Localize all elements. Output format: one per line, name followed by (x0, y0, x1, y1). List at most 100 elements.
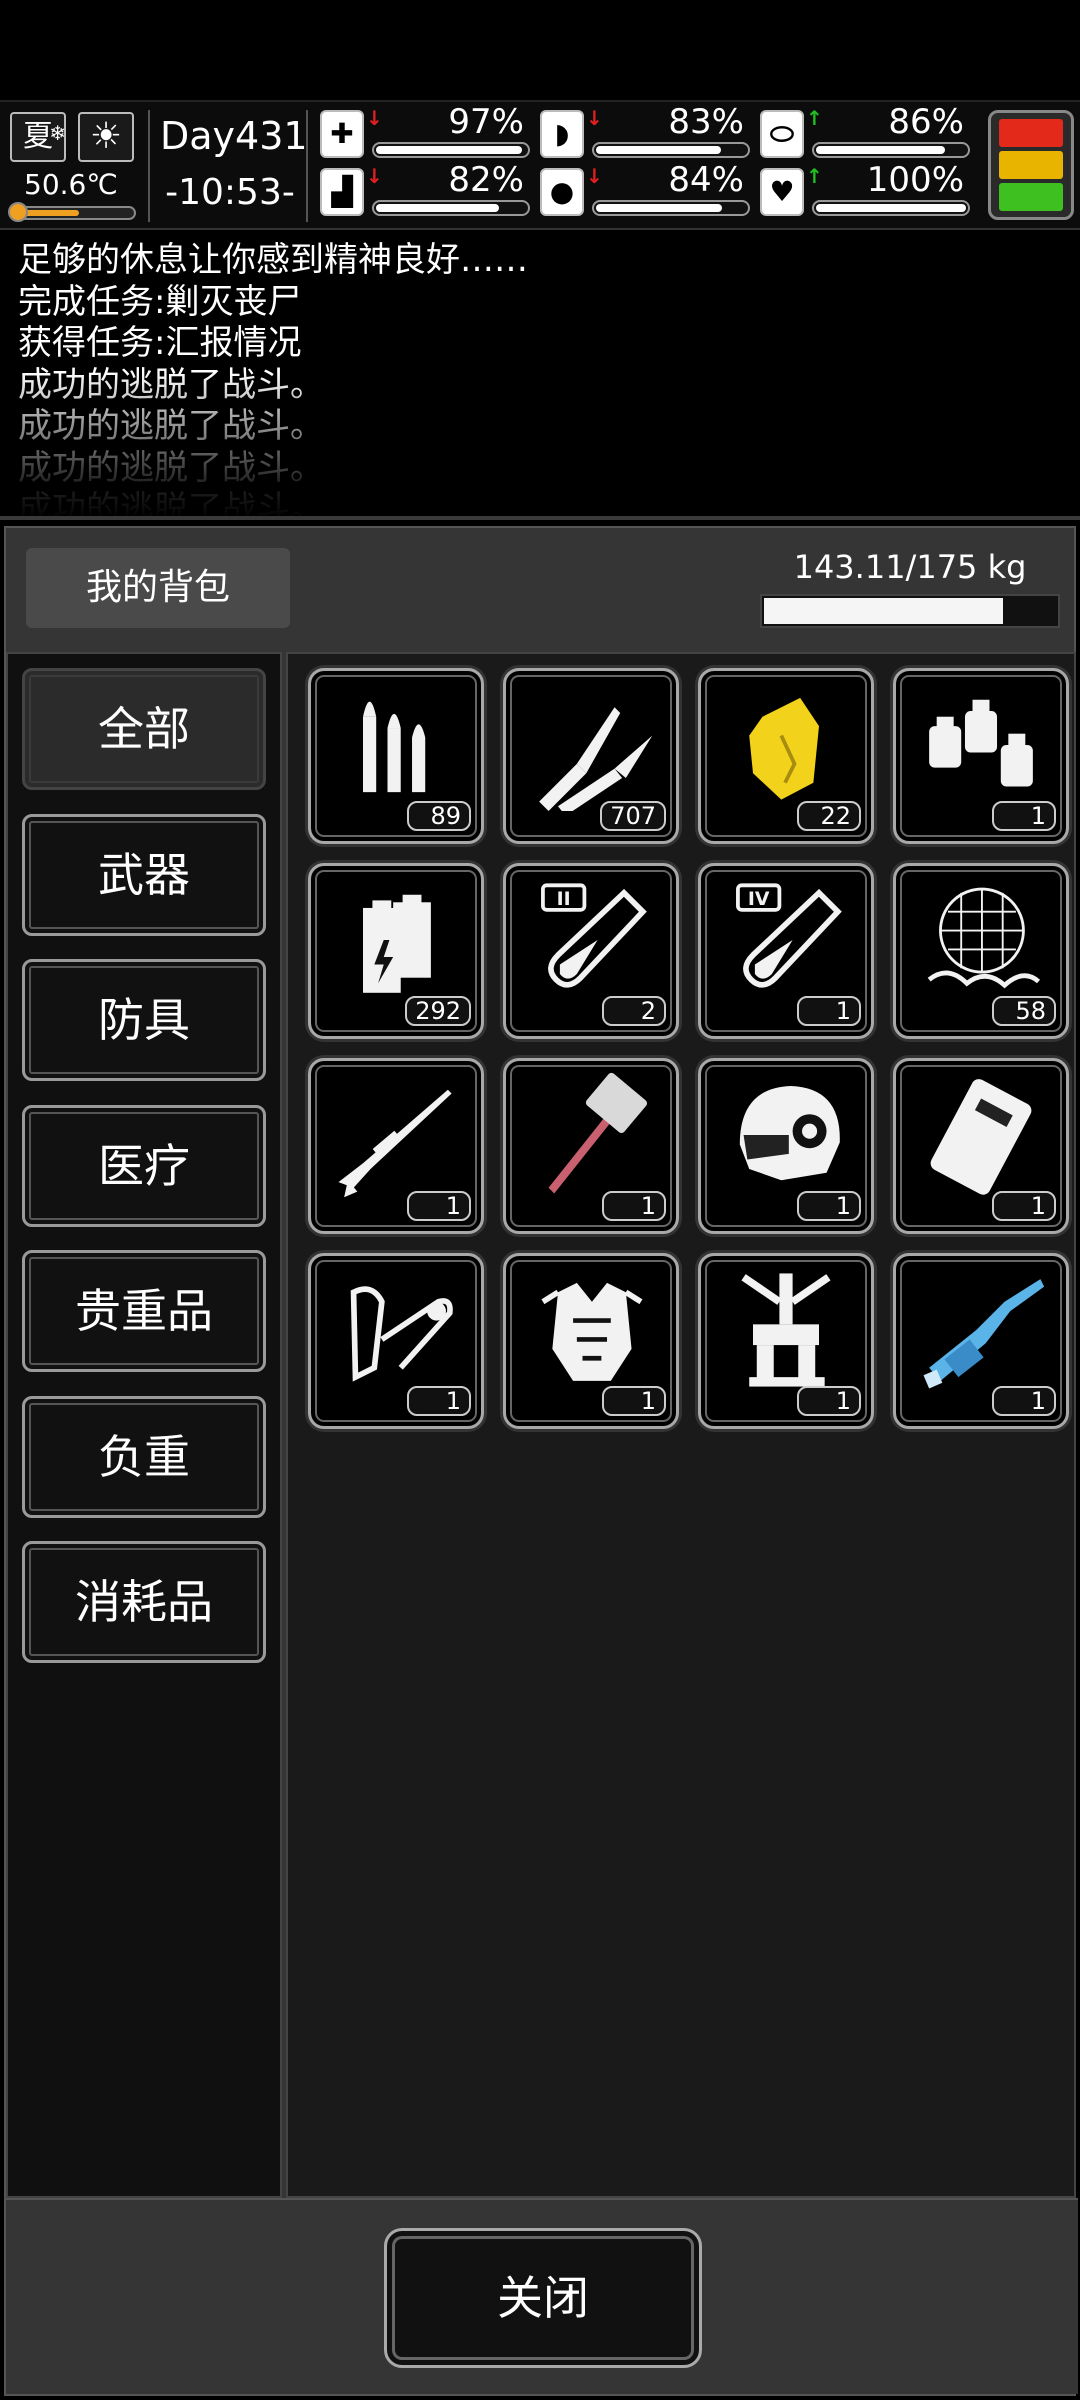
category-tab-valuables[interactable]: 贵重品 (22, 1250, 266, 1372)
svg-text:IV: IV (748, 889, 770, 910)
category-tab-all[interactable]: 全部 (22, 668, 266, 790)
day-counter: Day431 (160, 114, 308, 158)
boot-icon: ▟ (320, 168, 364, 216)
war-hammer-icon (548, 1072, 648, 1194)
inventory-slot[interactable]: 1 (503, 1058, 679, 1234)
inventory-slot[interactable]: 1 (893, 1253, 1069, 1429)
inventory-slot[interactable]: 1 (308, 1058, 484, 1234)
inventory-slot[interactable]: 1 (893, 668, 1069, 844)
stat-value: 83% (668, 102, 744, 142)
category-tab-weapons[interactable]: 武器 (22, 813, 266, 936)
stat-bar (372, 200, 530, 216)
item-quantity: 1 (797, 1386, 861, 1416)
gold-nugget-icon (749, 697, 819, 800)
item-quantity: 292 (405, 996, 471, 1026)
fuel-cans-icon (929, 699, 1033, 787)
heart-icon: ♥ (760, 168, 804, 216)
inventory-slot[interactable]: 1 (503, 1253, 679, 1429)
category-tab-carry[interactable]: 负重 (22, 1395, 266, 1518)
stat-hunger: ◗ ↓ 83% (540, 102, 750, 162)
thermometer-icon (8, 202, 28, 222)
inventory-slot[interactable]: 58 (893, 863, 1069, 1039)
inventory-slot[interactable]: 89 (308, 668, 484, 844)
stat-bar (812, 142, 970, 158)
stat-value: 100% (866, 160, 964, 200)
body-armor-icon (541, 1282, 643, 1381)
yellow-light (999, 151, 1063, 179)
item-quantity: 1 (602, 1386, 666, 1416)
backpack-panel: 我的背包 143.11/175 kg 全部武器防具医疗贵重品负重消耗品 89 70… (4, 526, 1078, 2396)
inventory-slot[interactable]: II 2 (503, 863, 679, 1039)
item-quantity: 22 (797, 801, 861, 831)
log-line: 获得任务:汇报情况 (18, 323, 302, 363)
water-drop-icon: ● (540, 168, 584, 216)
svg-text:II: II (557, 889, 571, 910)
stat-bar (812, 200, 970, 216)
item-quantity: 1 (797, 996, 861, 1026)
stat-bar (592, 200, 750, 216)
inventory-grid: 89 707 22 1 292 II 2 IV 1 58 1 1 1 1 1 1 1 1 (286, 652, 1076, 2198)
sun-icon: ☀ (78, 112, 134, 162)
stomach-icon: ◗ (540, 110, 584, 158)
close-button[interactable]: 关闭 (384, 2228, 702, 2368)
item-quantity: 707 (600, 801, 666, 831)
pill-icon: ⬭ (760, 110, 804, 158)
weight-readout: 143.11/175 kg (793, 548, 1027, 586)
inventory-slot[interactable]: 1 (698, 1058, 874, 1234)
snowflake-icon: ❄ (49, 121, 66, 145)
combat-helmet-icon (739, 1085, 840, 1181)
stat-mood: ♥ ↑ 100% (760, 160, 970, 220)
inventory-slot[interactable]: 292 (308, 863, 484, 1039)
potion-tier-2-icon: II (541, 883, 647, 988)
panel-title: 我的背包 (26, 548, 290, 628)
category-tab-armor[interactable]: 防具 (22, 959, 266, 1081)
trend-down-icon: ↓ (366, 164, 383, 188)
arm-brace-icon (350, 1286, 453, 1382)
stat-value: 84% (668, 160, 744, 200)
item-quantity: 1 (992, 1386, 1056, 1416)
trend-up-icon: ↑ (806, 106, 823, 130)
inventory-slot[interactable]: 1 (893, 1058, 1069, 1234)
item-quantity: 2 (602, 996, 666, 1026)
season-indicator: 夏 ❄ (10, 112, 66, 162)
rifle-rounds-icon (539, 707, 653, 811)
footer-bar: 关闭 (6, 2198, 1078, 2394)
stat-thirst: ● ↓ 84% (540, 160, 750, 220)
item-quantity: 1 (602, 1191, 666, 1221)
item-quantity: 58 (992, 996, 1056, 1026)
ammo-bullets-icon (363, 701, 426, 793)
log-line: 成功的逃脱了战斗。 (18, 447, 324, 488)
stat-bar (592, 142, 750, 158)
trend-down-icon: ↓ (586, 164, 603, 188)
potion-tier-4-icon: IV (736, 883, 842, 988)
trend-up-icon: ↑ (806, 164, 823, 188)
temperature-bar (10, 206, 136, 220)
weight-bar (760, 594, 1060, 628)
trend-down-icon: ↓ (586, 106, 603, 130)
stat-value: 86% (888, 102, 964, 142)
stat-medicine: ⬭ ↑ 86% (760, 102, 970, 162)
category-tab-medical[interactable]: 医疗 (22, 1104, 266, 1227)
net-trap-icon (927, 887, 1041, 989)
status-bar: 夏 ❄ ☀ 50.6℃ Day431 -10:53- ✚ ↓ 97% ◗ ↓ 83% ⬭ ↑ 8… (0, 100, 1080, 230)
minigun-icon (923, 1279, 1045, 1389)
category-tab-consumables[interactable]: 消耗品 (22, 1541, 266, 1663)
green-light (999, 183, 1063, 211)
log-line: 足够的休息让你感到精神良好…… (18, 240, 528, 280)
inventory-slot[interactable]: 1 (698, 1253, 874, 1429)
message-log: 足够的休息让你感到精神良好…… 完成任务:剿灭丧尸 获得任务:汇报情况 成功的逃脱了战… (18, 240, 1058, 520)
inventory-slot[interactable]: 707 (503, 668, 679, 844)
item-quantity: 89 (407, 801, 471, 831)
status-light-indicator[interactable] (988, 110, 1074, 220)
item-quantity: 1 (797, 1191, 861, 1221)
inventory-slot[interactable]: IV 1 (698, 863, 874, 1039)
batteries-icon (363, 894, 431, 993)
item-quantity: 1 (992, 1191, 1056, 1221)
inventory-slot[interactable]: 1 (308, 1253, 484, 1429)
trend-down-icon: ↓ (366, 106, 383, 130)
stat-health: ✚ ↓ 97% (320, 102, 530, 162)
log-line: 完成任务:剿灭丧尸 (18, 281, 302, 322)
inventory-slot[interactable]: 22 (698, 668, 874, 844)
category-sidebar: 全部武器防具医疗贵重品负重消耗品 (6, 652, 282, 2198)
red-light (999, 119, 1063, 147)
